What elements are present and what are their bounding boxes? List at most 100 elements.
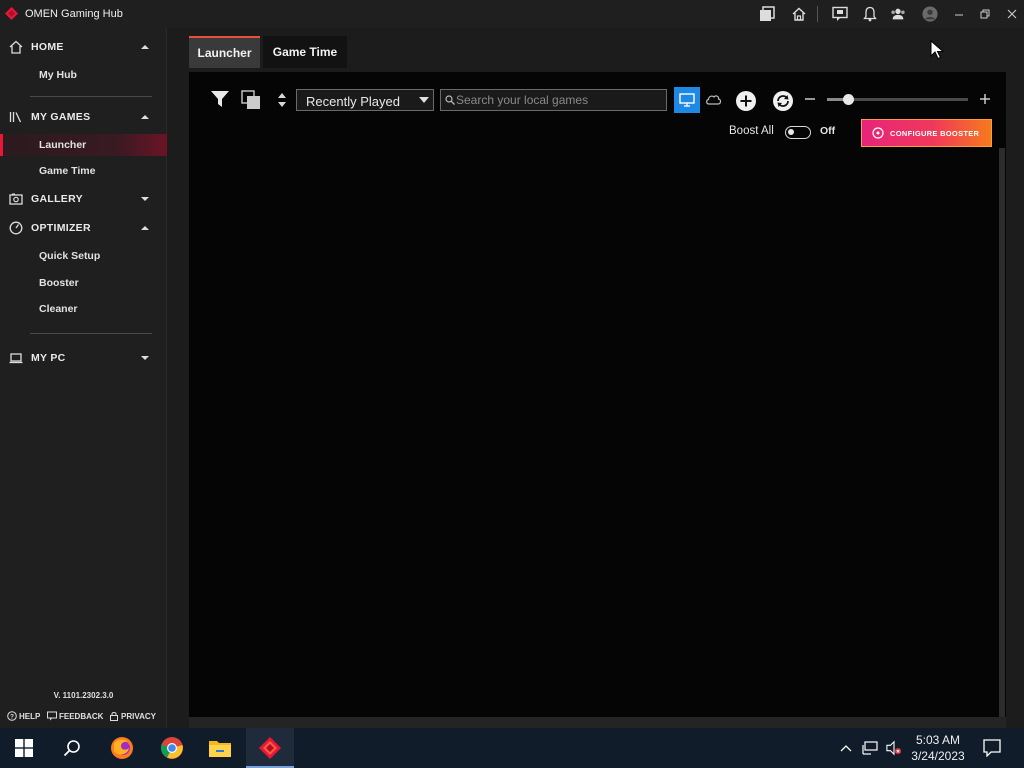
sidebar-item-label: My Hub: [39, 69, 77, 81]
feedback-icon[interactable]: [832, 6, 848, 22]
gauge-icon: [872, 127, 884, 139]
zoom-slider-knob[interactable]: [842, 94, 854, 105]
chevron-up-icon: [141, 45, 149, 49]
feedback-link[interactable]: FEEDBACK: [47, 710, 103, 722]
sidebar-item-label: Game Time: [39, 165, 96, 177]
minimize-button[interactable]: [951, 6, 967, 22]
network-icon[interactable]: [862, 740, 878, 756]
cloud-icon: [705, 94, 721, 105]
refresh-button[interactable]: [772, 90, 794, 112]
configure-booster-button[interactable]: CONFIGURE BOOSTER: [861, 119, 992, 147]
sidebar-item-cleaner[interactable]: Cleaner: [0, 298, 167, 320]
local-games-toggle[interactable]: [674, 87, 700, 113]
windowed-mode-icon[interactable]: [759, 6, 775, 22]
toggle-knob: [788, 129, 794, 135]
clock-time: 5:03 AM: [915, 733, 961, 747]
cloud-games-toggle[interactable]: [704, 90, 722, 108]
firefox-icon[interactable]: [110, 736, 134, 760]
home-icon[interactable]: [791, 6, 807, 22]
multi-select-icon[interactable]: [240, 89, 262, 111]
chevron-up-icon[interactable]: [838, 740, 854, 756]
system-clock[interactable]: 5:03 AM 3/24/2023: [904, 732, 972, 764]
app-version: V. 1101.2302.3.0: [53, 691, 114, 700]
zoom-in-icon[interactable]: [978, 92, 992, 106]
chevron-up-icon: [141, 115, 149, 119]
help-icon: ?: [7, 711, 17, 721]
action-center-icon[interactable]: [983, 739, 1001, 757]
sort-dropdown[interactable]: Recently Played: [296, 89, 434, 111]
sidebar-item-label: Quick Setup: [39, 250, 101, 262]
sidebar-section-optimizer[interactable]: OPTIMIZER: [0, 216, 167, 240]
feedback-icon: [47, 711, 57, 721]
taskbar: 5:03 AM 3/24/2023: [0, 728, 1024, 768]
friends-icon[interactable]: [890, 6, 906, 22]
sidebar-item-my-hub[interactable]: My Hub: [0, 64, 167, 86]
sidebar: HOME My Hub MY GAMES Launcher Game Time …: [0, 28, 167, 728]
chevron-up-icon: [141, 226, 149, 230]
home-icon: [9, 40, 23, 54]
user-avatar-icon[interactable]: [922, 6, 938, 22]
omen-gaming-hub-icon[interactable]: [258, 736, 282, 760]
privacy-label: PRIVACY: [121, 711, 156, 721]
sidebar-divider: [30, 333, 152, 334]
filter-icon[interactable]: [210, 89, 230, 109]
help-link[interactable]: ? HELP: [7, 710, 40, 722]
privacy-link[interactable]: PRIVACY: [109, 710, 156, 722]
sidebar-section-label: MY PC: [31, 352, 66, 364]
chevron-down-icon: [141, 197, 149, 201]
chrome-icon[interactable]: [160, 736, 184, 760]
boost-all-label: Boost All: [729, 125, 774, 137]
sort-dropdown-value: Recently Played: [306, 94, 400, 109]
add-game-button[interactable]: [735, 90, 757, 112]
sidebar-section-my-games[interactable]: MY GAMES: [0, 105, 167, 129]
windows-start-icon[interactable]: [12, 736, 36, 760]
help-label: HELP: [19, 711, 41, 721]
tab-launcher[interactable]: Launcher: [189, 36, 260, 68]
sidebar-item-game-time[interactable]: Game Time: [0, 160, 167, 182]
search-input[interactable]: [456, 91, 661, 109]
games-content-area: [189, 72, 1006, 717]
file-explorer-icon[interactable]: [208, 736, 232, 760]
restore-button[interactable]: [977, 6, 993, 22]
sidebar-item-booster[interactable]: Booster: [0, 272, 167, 294]
search-icon: [445, 95, 455, 105]
notifications-bell-icon[interactable]: [862, 6, 878, 22]
search-icon[interactable]: [60, 736, 84, 760]
gauge-icon: [9, 221, 23, 235]
close-button[interactable]: [1004, 6, 1020, 22]
boost-all-state: Off: [820, 125, 836, 137]
configure-booster-label: CONFIGURE BOOSTER: [890, 128, 980, 138]
titlebar-divider: [817, 6, 818, 22]
title-bar: OMEN Gaming Hub: [0, 0, 1024, 28]
chevron-down-icon: [419, 97, 429, 103]
chevron-down-icon: [141, 356, 149, 360]
sidebar-section-home[interactable]: HOME: [0, 35, 167, 59]
sidebar-section-label: MY GAMES: [31, 111, 91, 123]
main-panel: Launcher Game Time Recently Played Searc…: [167, 28, 1024, 728]
volume-muted-icon[interactable]: [886, 740, 902, 756]
search-box[interactable]: [440, 89, 667, 111]
gallery-icon: [9, 193, 23, 205]
refresh-icon: [773, 91, 793, 111]
sidebar-item-quick-setup[interactable]: Quick Setup: [0, 245, 167, 267]
feedback-label: FEEDBACK: [59, 711, 104, 721]
sidebar-section-label: GALLERY: [31, 193, 83, 205]
scrollbar[interactable]: [999, 148, 1005, 718]
lock-icon: [110, 712, 118, 721]
clock-date: 3/24/2023: [911, 749, 965, 763]
content-footer-bar: [189, 717, 1006, 728]
tab-game-time[interactable]: Game Time: [263, 36, 347, 68]
sidebar-section-gallery[interactable]: GALLERY: [0, 187, 167, 211]
boost-all-toggle[interactable]: [785, 126, 811, 139]
app-title: OMEN Gaming Hub: [25, 8, 123, 20]
sidebar-divider: [30, 96, 152, 97]
monitor-icon: [679, 93, 695, 107]
zoom-out-icon[interactable]: [803, 92, 817, 106]
zoom-slider[interactable]: [827, 94, 968, 105]
sidebar-item-label: Launcher: [39, 139, 87, 151]
sidebar-section-label: OPTIMIZER: [31, 222, 91, 234]
sidebar-section-my-pc[interactable]: MY PC: [0, 346, 167, 370]
sidebar-item-launcher[interactable]: Launcher: [0, 134, 167, 156]
plus-circle-icon: [736, 91, 756, 111]
sort-order-icon[interactable]: [276, 90, 288, 110]
